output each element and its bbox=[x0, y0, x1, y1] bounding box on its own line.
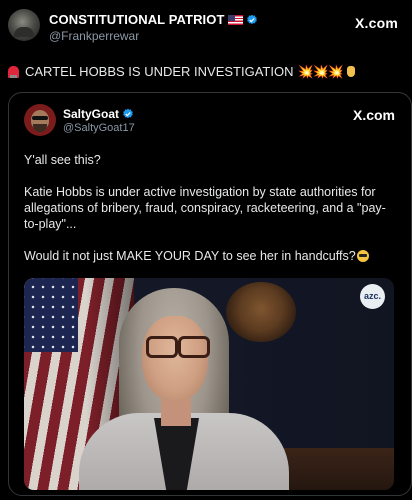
photo-flag-stars bbox=[24, 278, 78, 352]
outer-post-header: CONSTITUTIONAL PATRIOT @Frankperrewar X.… bbox=[8, 7, 404, 43]
quoted-source-logo: X.com bbox=[352, 107, 395, 123]
quoted-post-photo[interactable]: azc. bbox=[24, 278, 394, 490]
quoted-paragraph-last: Would it not just MAKE YOUR DAY to see h… bbox=[24, 248, 396, 264]
photo-person-face bbox=[142, 316, 208, 402]
quoted-author-handle[interactable]: @SaltyGoat17 bbox=[63, 122, 135, 134]
quoted-author-name[interactable]: SaltyGoat bbox=[63, 107, 119, 121]
verified-badge-icon bbox=[123, 108, 133, 119]
outer-source-logo: X.com bbox=[354, 15, 398, 31]
quoted-paragraph: Katie Hobbs is under active investigatio… bbox=[24, 185, 386, 231]
quoted-paragraph: Y'all see this? bbox=[24, 153, 101, 167]
us-flag-icon bbox=[227, 15, 243, 25]
pointing-down-icon bbox=[347, 66, 356, 77]
sunglasses-emoji-icon bbox=[356, 250, 369, 262]
media-source-badge: azc. bbox=[360, 284, 385, 309]
quoted-paragraph-text: Would it not just MAKE YOUR DAY to see h… bbox=[24, 249, 356, 263]
quoted-author-name-row[interactable]: SaltyGoat bbox=[63, 107, 134, 121]
photo-person-glasses bbox=[146, 336, 212, 358]
explosion-icon: 💥💥💥 bbox=[297, 64, 344, 79]
verified-badge-icon bbox=[246, 14, 257, 25]
outer-author-handle[interactable]: @Frankperrewar bbox=[49, 29, 139, 43]
siren-icon bbox=[8, 66, 19, 78]
quoted-post-body: Y'all see this? Katie Hobbs is under act… bbox=[24, 152, 396, 280]
outer-author-name[interactable]: CONSTITUTIONAL PATRIOT bbox=[49, 12, 225, 27]
outer-author-avatar[interactable] bbox=[8, 9, 40, 41]
outer-post-text: CARTEL HOBBS IS UNDER INVESTIGATION 💥💥💥 bbox=[8, 64, 356, 80]
quoted-author-avatar[interactable] bbox=[24, 104, 56, 136]
quoted-post-card[interactable]: SaltyGoat @SaltyGoat17 X.com Y'all see t… bbox=[8, 92, 412, 496]
photo-wall-seal bbox=[226, 282, 296, 342]
outer-author-name-row[interactable]: CONSTITUTIONAL PATRIOT bbox=[49, 12, 258, 27]
outer-post-headline: CARTEL HOBBS IS UNDER INVESTIGATION bbox=[25, 64, 294, 79]
